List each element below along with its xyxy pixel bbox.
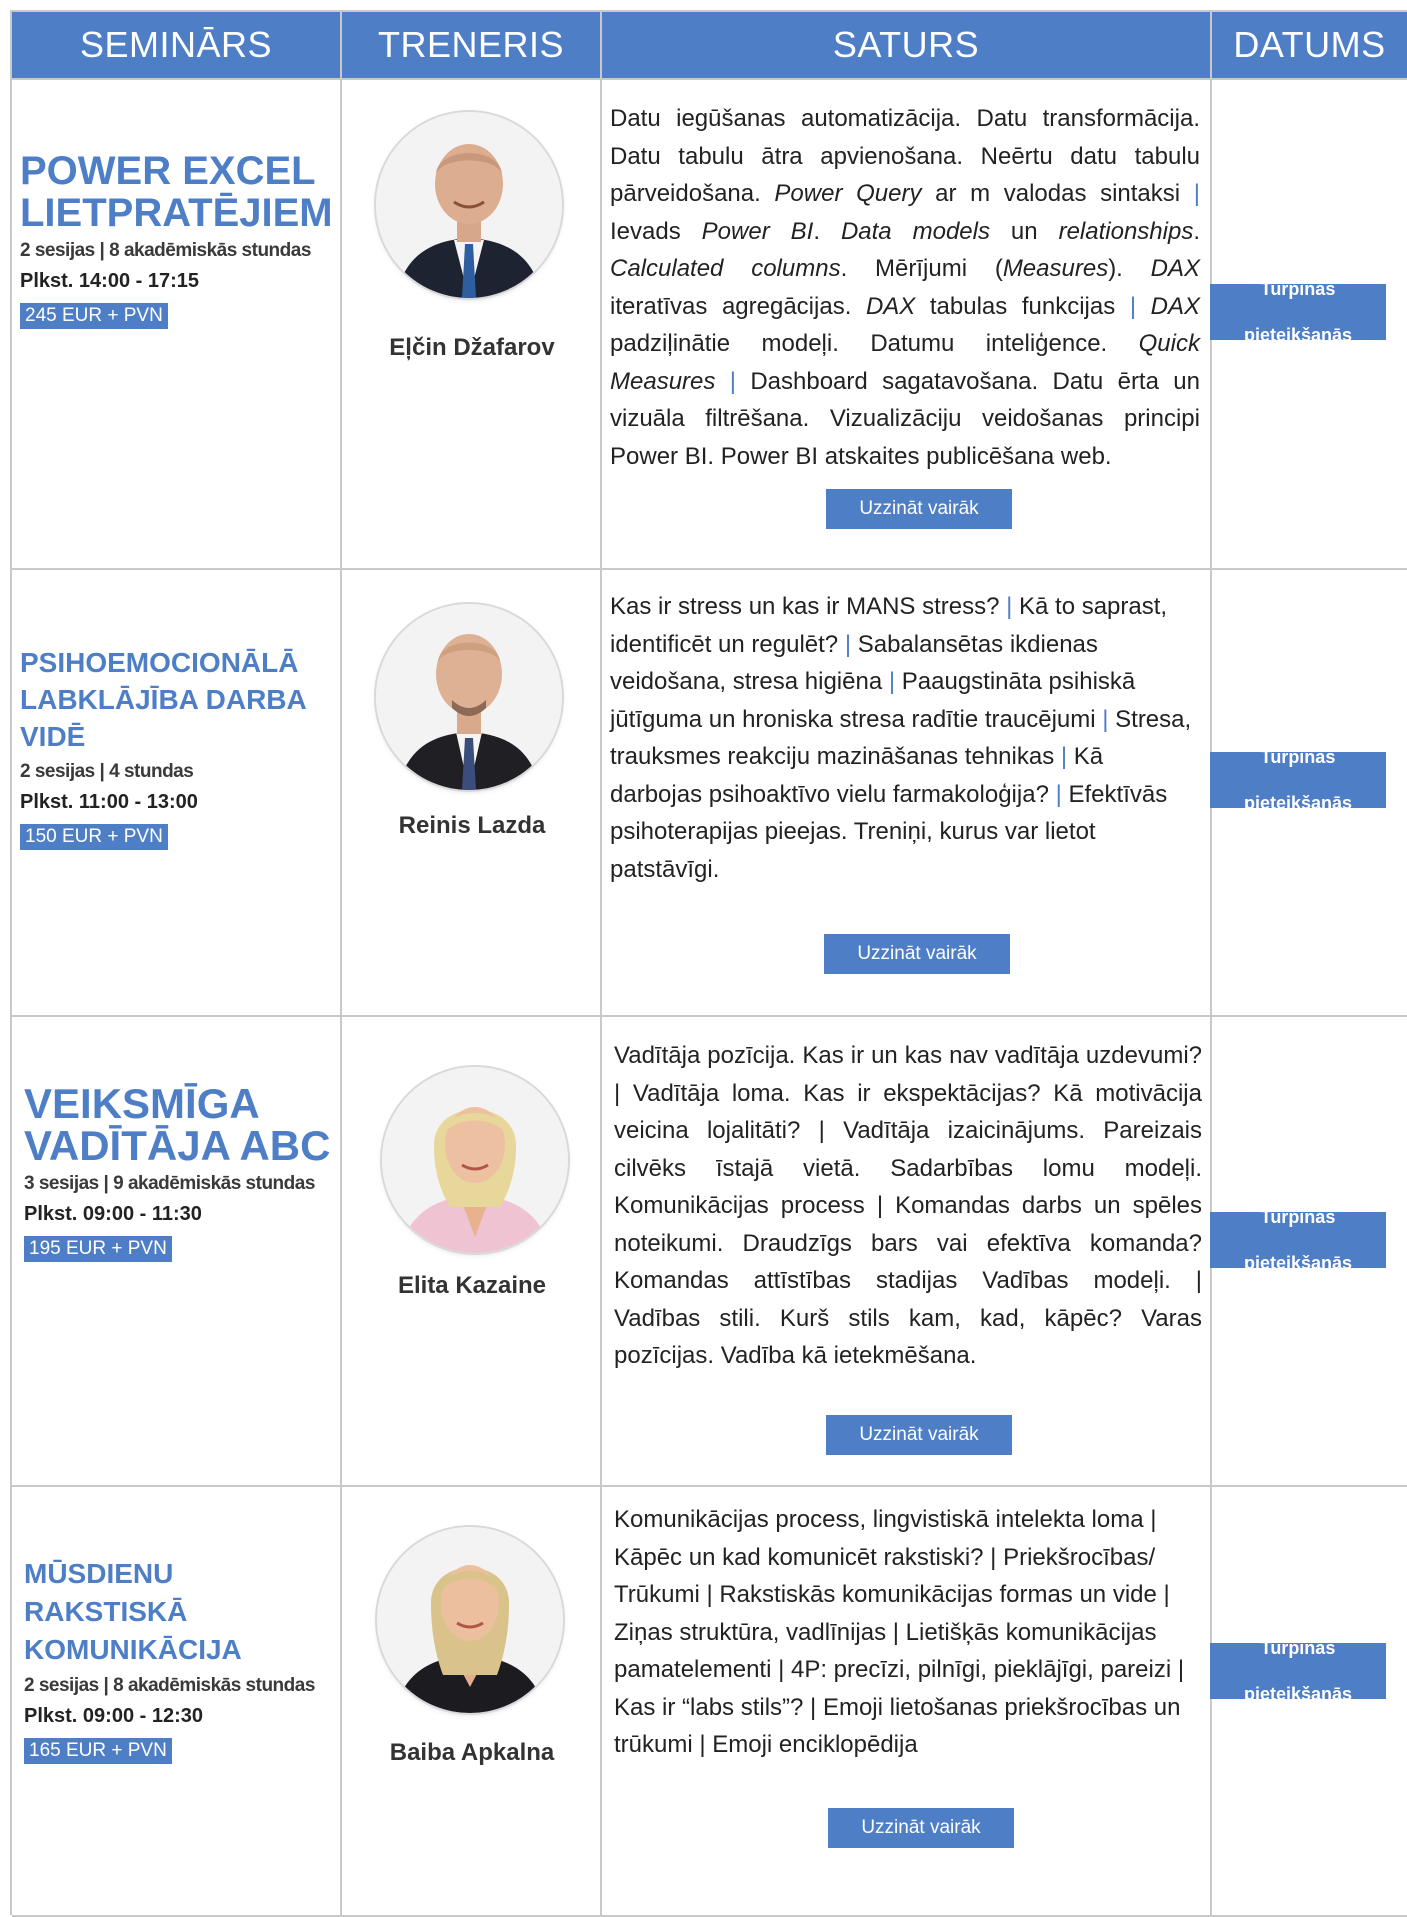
- price-badge: 195 EUR + PVN: [24, 1236, 172, 1262]
- trainer-cell: Eļčin Džafarov: [342, 80, 602, 570]
- price-badge: 245 EUR + PVN: [20, 303, 168, 329]
- seminar-title: PSIHOEMOCIONĀLĀ LABKLĀJĪBA DARBA VIDĒ: [20, 647, 307, 752]
- trainer-name: Reinis Lazda: [398, 812, 546, 839]
- seminar-time: Plkst. 14:00 - 17:15: [20, 270, 199, 292]
- seminar-time: Plkst. 09:00 - 11:30: [24, 1203, 202, 1225]
- seminar-meta: 2 sesijas | 8 akadēmiskās stundas: [24, 1675, 315, 1696]
- seminar-title: MŪSDIENU RAKSTISKĀ KOMUNIKĀCIJA: [24, 1558, 242, 1665]
- content-cell: Kas ir stress un kas ir MANS stress? | K…: [602, 570, 1212, 1017]
- seminar-title: POWER EXCEL LIETPRATĒJIEM: [20, 149, 333, 235]
- trainer-photo-icon: [376, 112, 562, 298]
- seminar-title: VEIKSMĪGA VADĪTĀJA ABC: [24, 1080, 331, 1169]
- learn-more-button[interactable]: Uzzināt vairāk: [824, 934, 1010, 974]
- price-badge: 165 EUR + PVN: [24, 1738, 172, 1764]
- trainer-cell: Elita Kazaine: [342, 1017, 602, 1487]
- header-seminar: SEMINĀRS: [12, 12, 342, 80]
- seminar-cell: PSIHOEMOCIONĀLĀ LABKLĀJĪBA DARBA VIDĒ 2 se…: [12, 570, 342, 1017]
- seminar-time: Plkst. 11:00 - 13:00: [20, 791, 198, 813]
- seminar-description: Vadītāja pozīcija. Kas ir un kas nav vad…: [614, 1042, 1202, 1369]
- trainer-photo-icon: [382, 1067, 568, 1253]
- trainer-name: Eļčin Džafarov: [389, 334, 555, 361]
- seminar-meta: 2 sesijas | 8 akadēmiskās stundas: [20, 240, 311, 261]
- registration-continues-button[interactable]: Turpinās pieteikšanās: [1210, 279, 1386, 345]
- seminar-table: SEMINĀRS TRENERIS SATURS DATUMS POWER EX…: [10, 10, 1407, 1917]
- seminar-cell: MŪSDIENU RAKSTISKĀ KOMUNIKĀCIJA 2 sesijas…: [12, 1487, 342, 1917]
- trainer-name: Elita Kazaine: [397, 1272, 547, 1299]
- content-cell: Vadītāja pozīcija. Kas ir un kas nav vad…: [602, 1017, 1212, 1487]
- header-trainer: TRENERIS: [342, 12, 602, 80]
- trainer-photo-icon: [376, 604, 562, 790]
- content-cell: Datu iegūšanas automatizācija. Datu tran…: [602, 80, 1212, 570]
- seminar-meta: 2 sesijas | 4 stundas: [20, 761, 194, 782]
- header-content: SATURS: [602, 12, 1212, 80]
- learn-more-button[interactable]: Uzzināt vairāk: [826, 489, 1012, 529]
- seminar-description: Komunikācijas process, lingvistiskā inte…: [614, 1506, 1185, 1758]
- seminar-time: Plkst. 09:00 - 12:30: [24, 1705, 203, 1727]
- header-date: DATUMS: [1212, 12, 1407, 80]
- learn-more-button[interactable]: Uzzināt vairāk: [828, 1808, 1014, 1848]
- seminar-cell: POWER EXCEL LIETPRATĒJIEM 2 sesijas | 8 a…: [12, 80, 342, 570]
- trainer-photo-icon: [377, 1527, 563, 1713]
- seminar-description: Kas ir stress un kas ir MANS stress? | K…: [610, 593, 1192, 883]
- seminar-meta: 3 sesijas | 9 akadēmiskās stundas: [24, 1173, 315, 1194]
- trainer-cell: Reinis Lazda: [342, 570, 602, 1017]
- registration-continues-button[interactable]: Turpinās pieteikšanās: [1210, 747, 1386, 813]
- seminar-description: Datu iegūšanas automatizācija. Datu tran…: [610, 105, 1201, 470]
- trainer-cell: Baiba Apkalna: [342, 1487, 602, 1917]
- registration-continues-button[interactable]: Turpinās pieteikšanās: [1210, 1638, 1386, 1704]
- registration-continues-button[interactable]: Turpinās pieteikšanās: [1210, 1207, 1386, 1273]
- learn-more-button[interactable]: Uzzināt vairāk: [826, 1415, 1012, 1455]
- content-cell: Komunikācijas process, lingvistiskā inte…: [602, 1487, 1212, 1917]
- trainer-name: Baiba Apkalna: [389, 1739, 555, 1766]
- price-badge: 150 EUR + PVN: [20, 824, 168, 850]
- seminar-cell: VEIKSMĪGA VADĪTĀJA ABC 3 sesijas | 9 akad…: [12, 1017, 342, 1487]
